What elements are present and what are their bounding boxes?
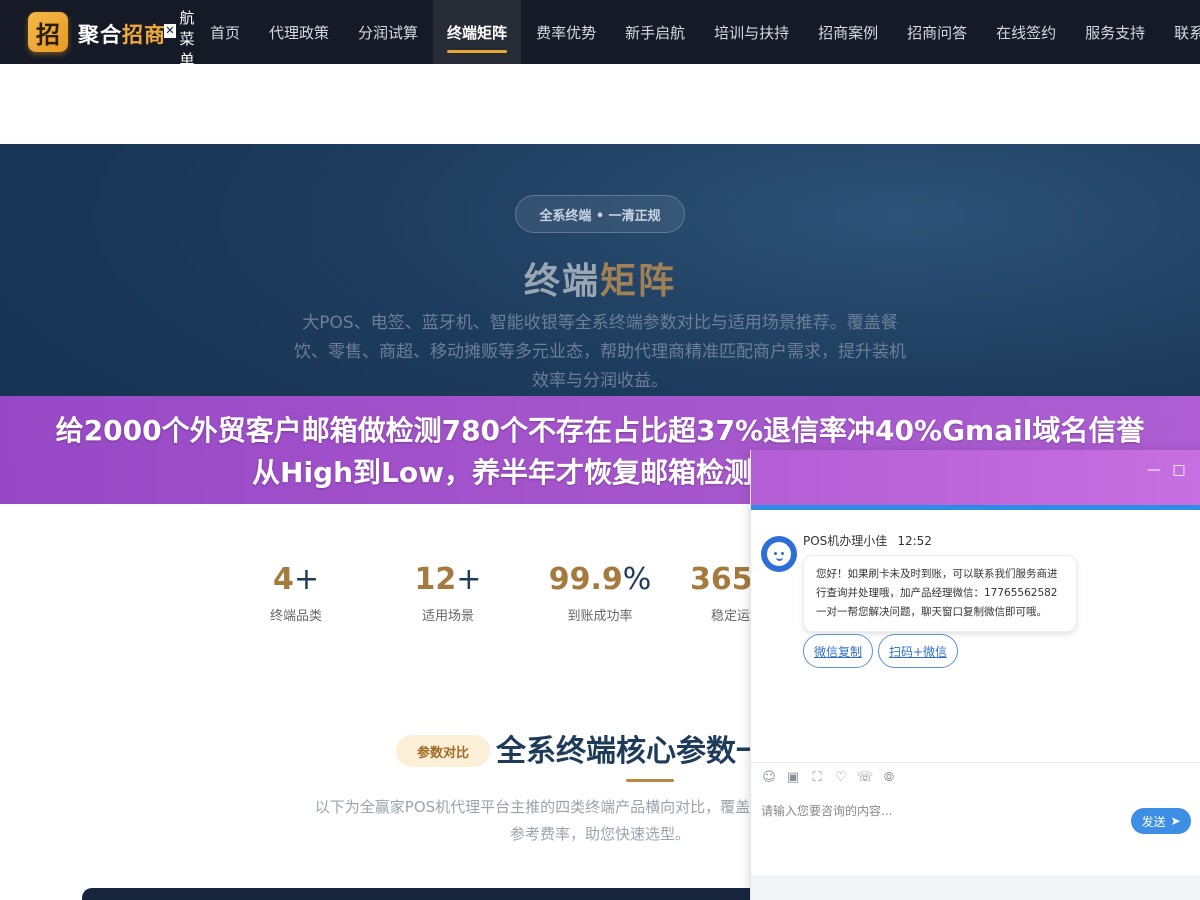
nav-link-cases[interactable]: 招商案例 bbox=[804, 0, 892, 64]
brand-name[interactable]: 聚合招商 bbox=[78, 19, 166, 49]
agent-name-line: POS机办理小佳 12:52 bbox=[803, 532, 932, 549]
stat-label: 稳定运 bbox=[711, 609, 750, 624]
stat-label: 到账成功率 bbox=[567, 609, 633, 624]
stat-suffix: % bbox=[622, 562, 652, 597]
nav-menu-char: 航 bbox=[179, 9, 195, 27]
hero-title-part-2: 矩阵 bbox=[600, 261, 677, 302]
chat-input[interactable] bbox=[761, 800, 1121, 822]
chat-widget: — □ POS机办理小佳 12:52 您好！如果刷卡未及时到账，可以联系我们服务商… bbox=[750, 450, 1200, 900]
stat-label: 适用场景 bbox=[421, 609, 474, 624]
send-icon: ➤ bbox=[1170, 814, 1181, 828]
avatar-face bbox=[767, 542, 791, 566]
stat-value: 12+ bbox=[378, 562, 518, 597]
nav-link-profit-calc[interactable]: 分润试算 bbox=[344, 0, 432, 64]
comparison-table-header bbox=[82, 888, 782, 900]
nav-link-home[interactable]: 首页 bbox=[196, 0, 254, 64]
nav-link-rate-advantage[interactable]: 费率优势 bbox=[522, 0, 610, 64]
logo[interactable]: 招 bbox=[28, 12, 68, 52]
stat-item: 4+ 终端品类 bbox=[226, 562, 366, 624]
scan-wechat-button[interactable]: 扫码+微信 bbox=[878, 634, 958, 668]
stat-number: 99.9 bbox=[548, 562, 623, 597]
stat-item: 99.9% 到账成功率 bbox=[530, 562, 670, 624]
copy-wechat-button[interactable]: 微信复制 bbox=[803, 634, 873, 668]
send-button[interactable]: 发送 ➤ bbox=[1131, 808, 1191, 834]
stat-suffix: + bbox=[456, 562, 482, 597]
nav-link-beginner[interactable]: 新手启航 bbox=[611, 0, 699, 64]
section-divider bbox=[626, 779, 674, 782]
chat-header-bar bbox=[751, 505, 1200, 510]
nav-links: 首页 代理政策 分润试算 终端矩阵 费率优势 新手启航 培训与扶持 招商案例 招… bbox=[196, 0, 1200, 64]
stat-item: 12+ 适用场景 bbox=[378, 562, 518, 624]
stat-label: 终端品类 bbox=[269, 609, 322, 624]
stat-suffix: + bbox=[293, 562, 319, 597]
nav-menu-char: 菜 bbox=[179, 30, 195, 48]
nav-link-contact[interactable]: 联系 bbox=[1160, 0, 1200, 64]
image-icon[interactable]: ▣ bbox=[785, 770, 801, 786]
stat-value: 99.9% bbox=[530, 562, 670, 597]
chat-divider bbox=[751, 762, 1200, 763]
hero-description: 大POS、电签、蓝牙机、智能收银等全系终端参数对比与适用场景推荐。覆盖餐饮、零售… bbox=[294, 313, 906, 391]
avatar-eye bbox=[781, 552, 784, 555]
send-label: 发送 bbox=[1141, 814, 1166, 829]
hero-tag: 全系终端 • 一清正规 bbox=[515, 195, 685, 233]
hero-title-part-1: 终端 bbox=[523, 261, 600, 302]
message-time: 12:52 bbox=[897, 534, 932, 548]
stat-number: 365 bbox=[690, 562, 750, 597]
close-icon[interactable]: ✕ bbox=[164, 24, 176, 38]
stat-value: 4+ bbox=[226, 562, 366, 597]
hero-title: 终端矩阵 bbox=[0, 252, 1200, 304]
nav-link-terminal-matrix[interactable]: 终端矩阵 bbox=[433, 0, 522, 64]
brand-part-1: 聚合 bbox=[78, 23, 122, 47]
chat-header[interactable] bbox=[751, 450, 1200, 505]
maximize-icon[interactable]: □ bbox=[1171, 462, 1187, 478]
nav-menu-char: 单 bbox=[179, 51, 195, 64]
agent-message: 您好！如果刷卡未及时到账，可以联系我们服务商进行查询并处理哦，加产品经理微信：1… bbox=[803, 555, 1077, 632]
section-title: 全系终端核心参数一 bbox=[496, 734, 766, 769]
chat-bubbles-icon[interactable]: ⦾ bbox=[881, 770, 897, 786]
smile-icon[interactable]: ☺ bbox=[761, 770, 777, 786]
top-navigation: 招 聚合招商 ✕ 航 菜 单 首页 代理政策 分润试算 终端矩阵 费率优势 新手… bbox=[0, 0, 1200, 64]
stat-value: 365 bbox=[690, 562, 750, 597]
nav-link-online-sign[interactable]: 在线签约 bbox=[982, 0, 1070, 64]
nav-link-support[interactable]: 服务支持 bbox=[1071, 0, 1159, 64]
screenshot-icon[interactable]: ⛶ bbox=[809, 770, 825, 786]
minimize-icon[interactable]: — bbox=[1146, 462, 1162, 478]
nav-link-training[interactable]: 培训与扶持 bbox=[700, 0, 803, 64]
nav-menu-toggle[interactable]: 航 菜 单 bbox=[178, 8, 196, 64]
agent-name: POS机办理小佳 bbox=[803, 534, 888, 548]
rate-icon[interactable]: ♡ bbox=[833, 770, 849, 786]
stat-item: 365 稳定运 bbox=[690, 562, 750, 624]
chat-footer bbox=[751, 875, 1200, 900]
stat-number: 12 bbox=[414, 562, 457, 597]
nav-link-faq[interactable]: 招商问答 bbox=[893, 0, 981, 64]
avatar-eye bbox=[774, 552, 777, 555]
nav-link-agent-policy[interactable]: 代理政策 bbox=[255, 0, 343, 64]
agent-avatar bbox=[761, 536, 797, 572]
avatar-mouth bbox=[776, 557, 783, 561]
voice-icon[interactable]: ☏ bbox=[857, 770, 873, 786]
brand-part-2: 招商 bbox=[122, 23, 166, 47]
section-tag: 参数对比 bbox=[396, 735, 490, 767]
stat-number: 4 bbox=[272, 562, 294, 597]
